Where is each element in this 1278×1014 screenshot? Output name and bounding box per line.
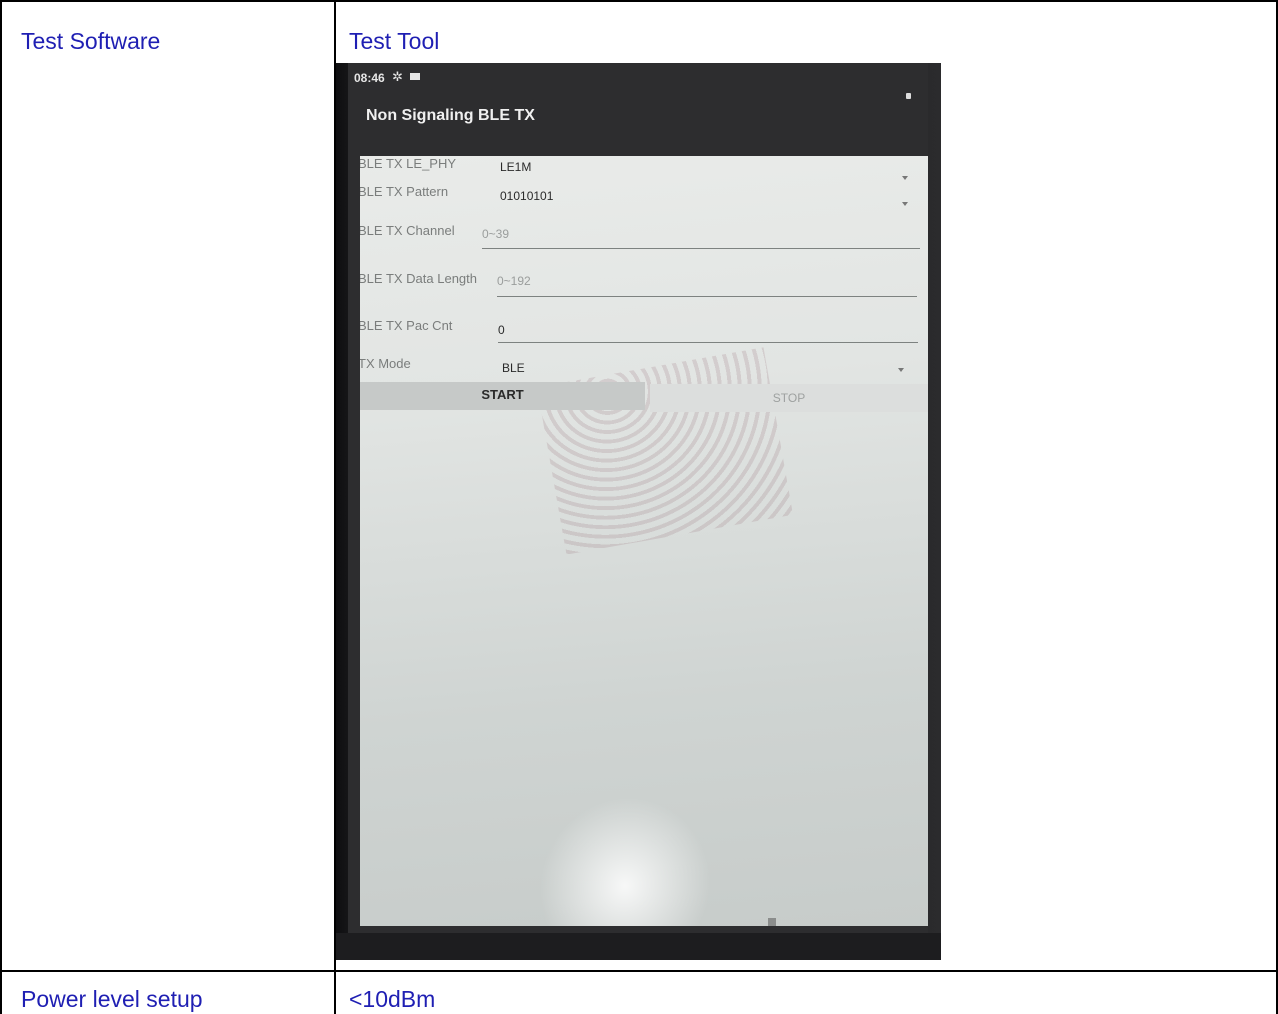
tx-mode-label: TX Mode bbox=[360, 356, 411, 371]
tablet-photo: 08:46 ✲ Non Signaling BLE TX BLE TX LE_P… bbox=[336, 63, 941, 960]
lock-icon bbox=[906, 93, 911, 99]
table-border-left bbox=[0, 0, 2, 1014]
power-level-setup-label: Power level setup bbox=[21, 986, 203, 1012]
start-button[interactable]: START bbox=[360, 382, 645, 410]
data-length-input[interactable]: 0~192 bbox=[497, 274, 531, 288]
test-software-label: Test Software bbox=[21, 28, 161, 54]
status-time: 08:46 bbox=[354, 71, 385, 85]
status-bar: 08:46 ✲ bbox=[348, 63, 928, 99]
channel-label: BLE TX Channel bbox=[360, 223, 455, 238]
le-phy-select[interactable]: LE1M bbox=[500, 160, 531, 174]
tx-mode-select[interactable]: BLE bbox=[502, 361, 525, 375]
ble-tx-form: BLE TX LE_PHY LE1M BLE TX Pattern 010101… bbox=[360, 156, 928, 926]
channel-input[interactable]: 0~39 bbox=[482, 227, 509, 241]
test-tool-label: Test Tool bbox=[349, 28, 440, 54]
light-glare bbox=[509, 768, 741, 926]
tx-mode-dropdown-arrow-icon[interactable] bbox=[898, 368, 904, 372]
navigation-bar bbox=[336, 933, 941, 960]
stop-button[interactable]: STOP bbox=[650, 384, 928, 412]
screen-title: Non Signaling BLE TX bbox=[366, 107, 535, 124]
channel-input-underline bbox=[482, 248, 920, 249]
pac-cnt-label: BLE TX Pac Cnt bbox=[360, 318, 453, 333]
tablet-screen: 08:46 ✲ Non Signaling BLE TX BLE TX LE_P… bbox=[348, 63, 928, 943]
pattern-select[interactable]: 01010101 bbox=[500, 189, 553, 203]
data-length-label: BLE TX Data Length bbox=[360, 271, 478, 286]
table-border-top bbox=[0, 0, 1278, 2]
le-phy-label: BLE TX LE_PHY bbox=[360, 156, 457, 171]
recent-apps-icon[interactable] bbox=[768, 918, 776, 926]
pac-cnt-input-underline bbox=[498, 342, 918, 343]
power-level-value: <10dBm bbox=[349, 986, 436, 1012]
pattern-label: BLE TX Pattern bbox=[360, 184, 449, 199]
moire-pattern bbox=[536, 347, 794, 555]
le-phy-dropdown-arrow-icon[interactable] bbox=[902, 176, 908, 180]
pac-cnt-input[interactable]: 0 bbox=[498, 323, 505, 337]
table-row-divider bbox=[0, 970, 1278, 972]
pattern-dropdown-arrow-icon[interactable] bbox=[902, 202, 908, 206]
notification-icon bbox=[410, 73, 420, 80]
settings-gear-icon: ✲ bbox=[392, 69, 403, 84]
data-length-input-underline bbox=[497, 296, 917, 297]
